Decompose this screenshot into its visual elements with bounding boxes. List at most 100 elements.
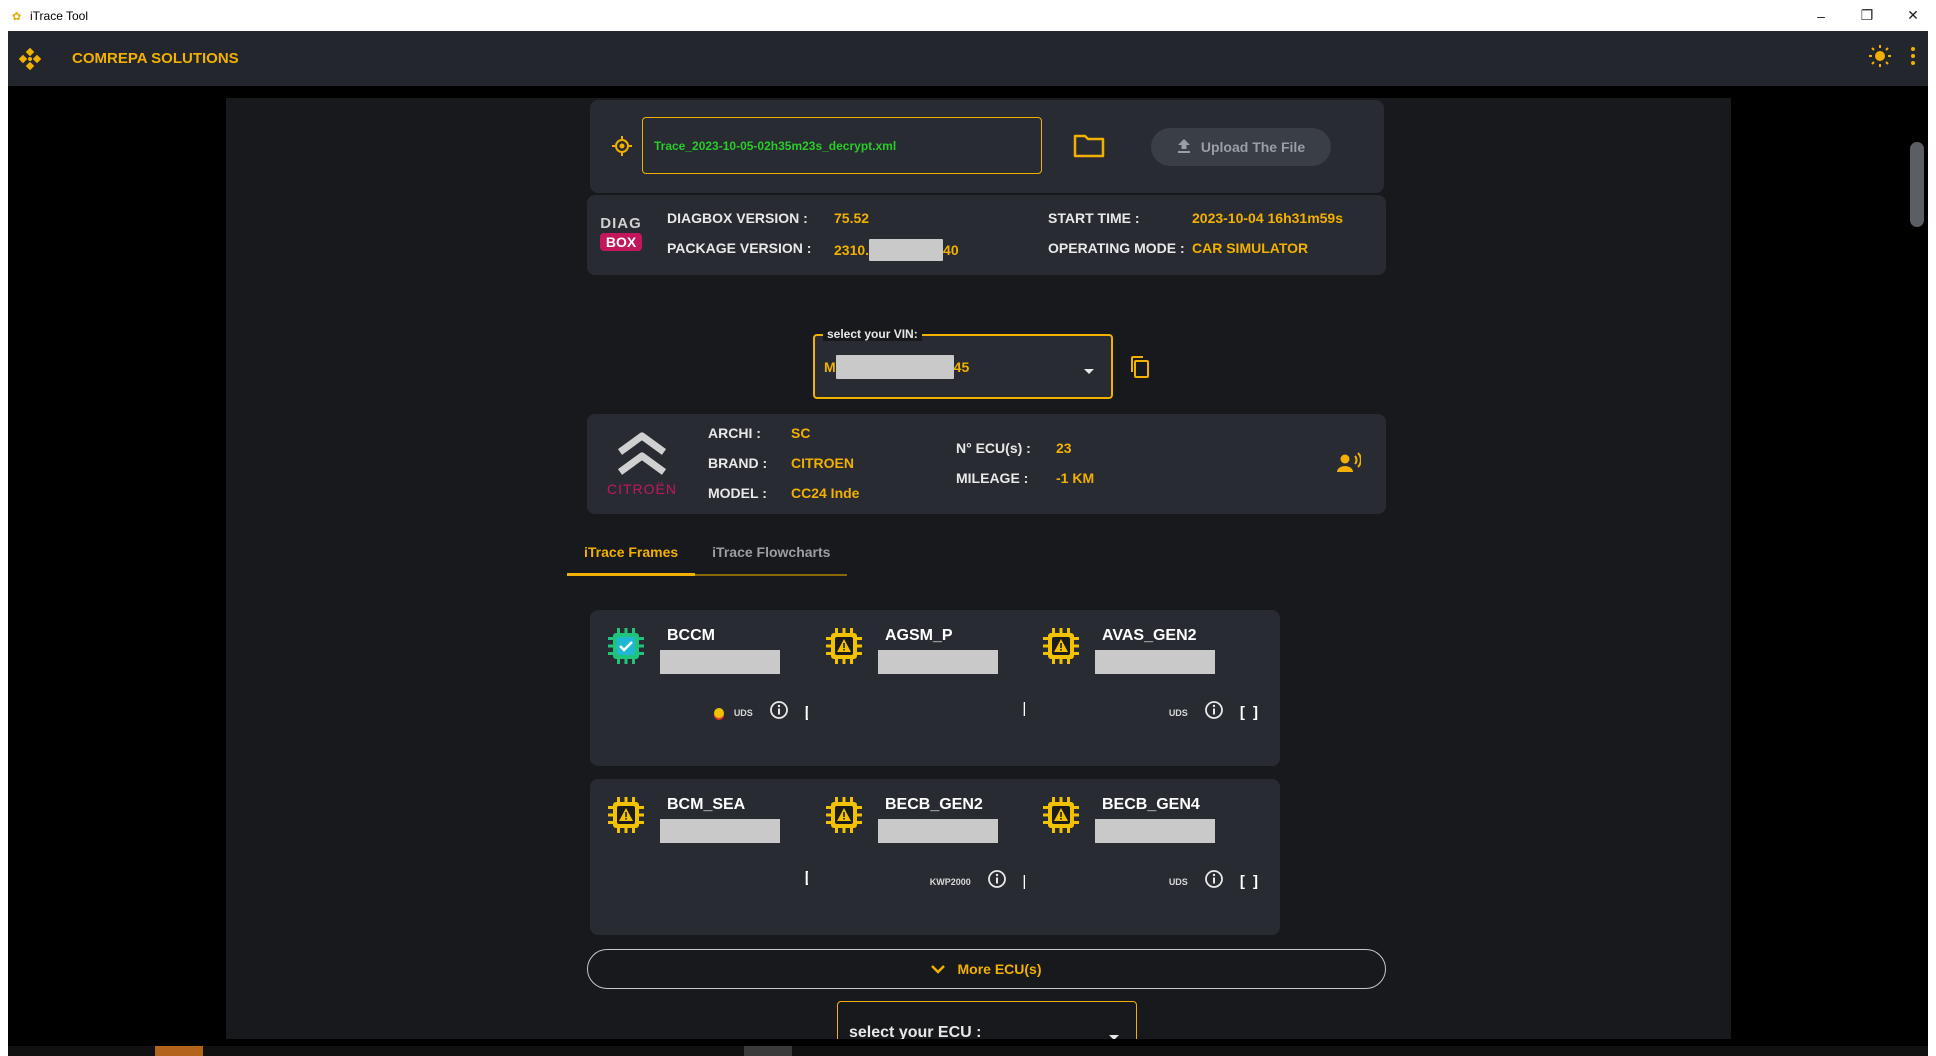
package-version-label: PACKAGE VERSION : [667, 240, 812, 256]
window-titlebar: ✿ iTrace Tool – ❐ ✕ [0, 0, 1936, 31]
voice-icon[interactable] [1337, 452, 1362, 479]
ecu-redacted-info [660, 819, 780, 843]
scrollbar-thumb[interactable] [1910, 142, 1924, 227]
ecu-card-bccm[interactable]: BCCM UDS [ ] [590, 610, 845, 766]
tab-itrace-flowcharts[interactable]: iTrace Flowcharts [695, 530, 848, 576]
theme-sun-icon[interactable] [1868, 44, 1892, 73]
folder-icon[interactable] [1073, 132, 1105, 163]
diagbox-logo: DIAG BOX [600, 215, 642, 251]
file-path-value: Trace_2023-10-05-02h35m23s_decrypt.xml [654, 138, 897, 153]
info-icon[interactable] [987, 869, 1007, 894]
ecu-count-label: N° ECU(s) : [956, 440, 1031, 456]
ecu-name: BECB_GEN2 [885, 796, 983, 813]
more-ecus-button[interactable]: More ECU(s) [587, 949, 1386, 989]
ecu-name: AGSM_P [885, 627, 953, 644]
mileage-value: -1 KM [1056, 470, 1095, 486]
copy-vin-icon[interactable] [1129, 355, 1151, 384]
tab-itrace-frames[interactable]: iTrace Frames [567, 530, 696, 576]
info-icon[interactable] [769, 700, 789, 725]
vin-redacted [835, 355, 954, 379]
citroen-logo: CITROËN [597, 428, 687, 497]
ecu-select[interactable]: select your ECU : [837, 1001, 1137, 1039]
ecu-warning-chip-icon [1041, 626, 1081, 666]
taskbar-item [744, 1046, 792, 1056]
vehicle-info-card: CITROËN ARCHI : SC BRAND : CITROEN MODEL… [587, 414, 1386, 514]
ecu-name: AVAS_GEN2 [1102, 627, 1197, 644]
model-value: CC24 Inde [791, 485, 860, 501]
ecu-name: BCM_SEA [667, 796, 746, 813]
vin-legend: select your VIN: [823, 327, 922, 341]
view-tabs: iTrace Frames iTrace Flowcharts [567, 530, 848, 576]
close-button[interactable]: ✕ [1890, 0, 1936, 31]
citroen-chevrons-icon [617, 432, 667, 475]
mileage-label: MILEAGE : [956, 470, 1029, 486]
ecu-protocol: UDS [733, 707, 753, 718]
start-time-value: 2023-10-04 16h31m59s [1192, 210, 1344, 226]
chevron-down-icon [931, 961, 946, 977]
ecu-select-label: select your ECU : [849, 1023, 982, 1040]
ecu-card-becb-gen4[interactable]: BECB_GEN4 UDS [ ] [1025, 779, 1280, 935]
ecu-warning-chip-icon [1041, 795, 1081, 835]
ecu-name: BCCM [667, 627, 715, 644]
dropdown-arrow-icon [1083, 363, 1095, 381]
ecu-ok-chip-icon [606, 626, 646, 666]
ecu-frames-brackets[interactable]: [ ] [1240, 873, 1260, 890]
diagbox-logo-top: DIAG [600, 215, 642, 232]
ecu-frames-brackets[interactable]: [ ] [1240, 704, 1260, 721]
ecu-protocol: UDS [1168, 707, 1188, 718]
taskbar-accent [155, 1046, 203, 1056]
model-label: MODEL : [708, 485, 767, 501]
ecu-redacted-info [1095, 650, 1215, 674]
ecu-card-bcm-sea[interactable]: BCM_SEA [ ] [590, 779, 845, 935]
diagbox-version-value: 75.52 [834, 210, 870, 226]
upload-icon [1177, 138, 1191, 157]
ecu-warning-chip-icon [606, 795, 646, 835]
ecu-count-value: 23 [1056, 440, 1072, 456]
minimize-button[interactable]: – [1798, 0, 1844, 31]
main-content: Trace_2023-10-05-02h35m23s_decrypt.xml U… [226, 98, 1731, 1039]
vin-suffix: 45 [953, 359, 970, 375]
info-icon[interactable] [1204, 700, 1224, 725]
archi-value: SC [791, 425, 811, 441]
ecu-redacted-info [878, 819, 998, 843]
crosshair-icon [612, 136, 632, 161]
citroen-logo-text: CITROËN [607, 481, 677, 497]
company-logo-icon [18, 47, 42, 71]
restore-button[interactable]: ❐ [1844, 0, 1890, 31]
operating-mode-value: CAR SIMULATOR [1192, 240, 1309, 256]
archi-label: ARCHI : [708, 425, 761, 441]
ecu-warning-chip-icon [824, 626, 864, 666]
upload-file-button[interactable]: Upload The File [1151, 128, 1331, 166]
brand-value: CITROEN [791, 455, 854, 471]
info-icon[interactable] [1204, 869, 1224, 894]
vin-select[interactable]: select your VIN: M 45 [813, 327, 1113, 399]
operating-mode-label: OPERATING MODE : [1048, 240, 1185, 256]
ecu-redacted-info [878, 650, 998, 674]
company-name: COMREPA SOLUTIONS [72, 50, 239, 67]
bottom-strip [8, 1046, 1928, 1056]
start-time-label: START TIME : [1048, 210, 1140, 226]
vin-prefix: M [824, 359, 836, 375]
brand-label: BRAND : [708, 455, 768, 471]
ecu-card-avas-gen2[interactable]: AVAS_GEN2 UDS [ ] [1025, 610, 1280, 766]
diagbox-version-label: DIAGBOX VERSION : [667, 210, 808, 226]
ecu-protocol: UDS [1168, 876, 1188, 887]
file-card: Trace_2023-10-05-02h35m23s_decrypt.xml U… [590, 100, 1384, 193]
diagbox-info-card: DIAG BOX DIAGBOX VERSION : 75.52 PACKAGE… [587, 195, 1386, 275]
file-path-field[interactable]: Trace_2023-10-05-02h35m23s_decrypt.xml [642, 117, 1042, 174]
package-version-suffix: 40 [943, 242, 959, 258]
ecu-redacted-info [660, 650, 780, 674]
diagbox-logo-bottom: BOX [600, 233, 642, 251]
ecu-warning-chip-icon [824, 795, 864, 835]
ecu-name: BECB_GEN4 [1102, 796, 1200, 813]
more-vert-icon[interactable] [1910, 46, 1916, 71]
upload-label: Upload The File [1200, 139, 1306, 155]
ecu-redacted-info [1095, 819, 1215, 843]
tab-itrace-flowcharts-label: iTrace Flowcharts [712, 544, 831, 560]
window-title: iTrace Tool [30, 8, 89, 23]
app-window: COMREPA SOLUTIONS Trace_2023-10-05-02h35… [8, 31, 1928, 1056]
status-dot [713, 707, 724, 718]
more-ecus-label: More ECU(s) [957, 961, 1042, 977]
package-version-redacted [869, 239, 944, 261]
dropdown-arrow-icon [1108, 1029, 1120, 1039]
